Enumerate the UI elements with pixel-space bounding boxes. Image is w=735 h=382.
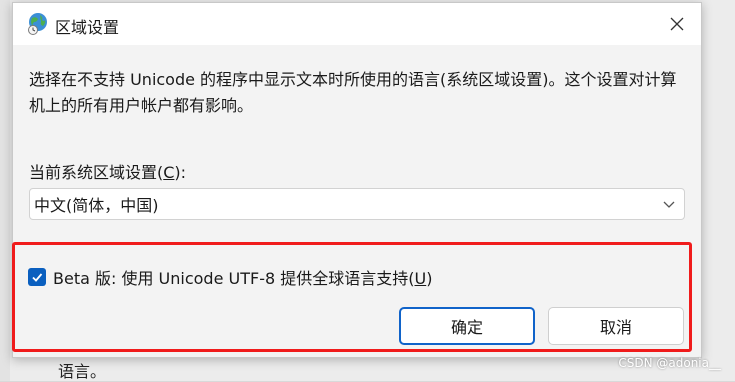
close-icon xyxy=(670,17,684,31)
close-button[interactable] xyxy=(657,7,697,41)
ok-button[interactable]: 确定 xyxy=(399,307,535,345)
checkmark-icon xyxy=(32,273,43,282)
beta-utf8-checkbox[interactable] xyxy=(28,268,46,286)
background-text: 语言。 xyxy=(58,362,107,381)
system-locale-select[interactable]: 中文(简体，中国) xyxy=(29,188,685,220)
current-locale-label: 当前系统区域设置(C): xyxy=(29,163,187,182)
beta-utf8-label[interactable]: Beta 版: 使用 Unicode UTF-8 提供全球语言支持(U) xyxy=(53,265,432,289)
watermark: CSDN @adonia__ xyxy=(618,356,721,370)
window-title: 区域设置 xyxy=(55,18,120,37)
globe-clock-icon xyxy=(27,11,51,35)
cancel-button[interactable]: 取消 xyxy=(548,307,684,345)
selected-locale: 中文(简体，中国) xyxy=(34,196,159,215)
title-bar[interactable]: 区域设置 xyxy=(13,3,701,45)
chevron-down-icon xyxy=(663,201,675,208)
background-edge xyxy=(0,0,10,381)
description-text: 选择在不支持 Unicode 的程序中显示文本时所使用的语言(系统区域设置)。这… xyxy=(29,70,677,115)
